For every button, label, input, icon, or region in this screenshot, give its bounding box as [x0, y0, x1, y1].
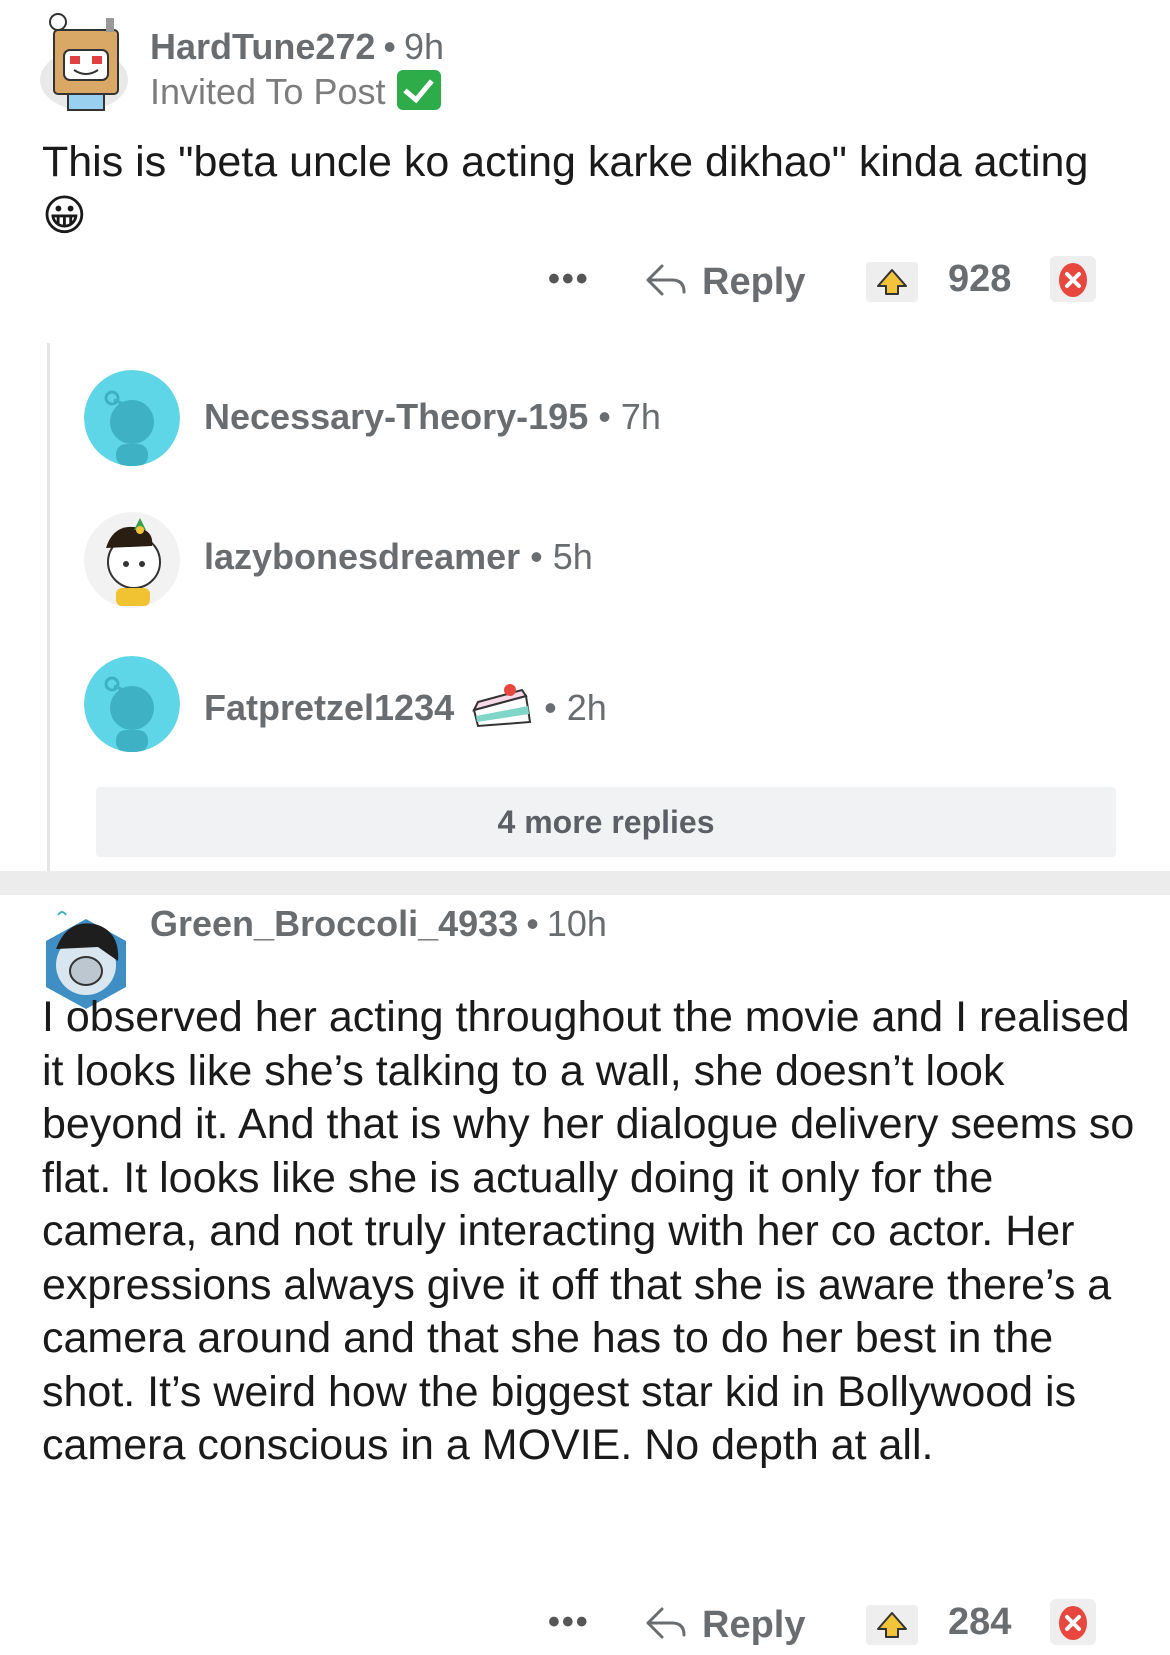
- reply-age: 5h: [552, 536, 593, 577]
- username[interactable]: Fatpretzel1234: [204, 687, 454, 728]
- box-robot-avatar-icon: [40, 13, 128, 111]
- checkmark-icon: [397, 70, 442, 110]
- reply-button[interactable]: Reply: [644, 1601, 805, 1647]
- reply-meta: lazybonesdreamer • 5h: [204, 536, 593, 578]
- reply-age: 7h: [620, 396, 661, 437]
- reply-label: Reply: [702, 1604, 806, 1646]
- reply-arrow-icon: [646, 264, 686, 296]
- comment-meta: Green_Broccoli_4933 • 10h: [150, 903, 607, 945]
- comment-age: 9h: [404, 26, 445, 67]
- comment-body: This is "beta uncle ko acting karke dikh…: [42, 138, 1089, 240]
- collapsed-reply[interactable]: lazybonesdreamer • 5h: [0, 512, 1170, 612]
- collapsed-reply[interactable]: Fatpretzel1234 • 2h: [0, 656, 1170, 756]
- upvote-icon[interactable]: [866, 1605, 918, 1645]
- reply-label: Reply: [702, 261, 806, 303]
- vote-score: 928: [948, 258, 1012, 300]
- comment-body: I observed her acting throughout the mov…: [42, 993, 1135, 1469]
- snoo-avatar-icon: [84, 370, 180, 466]
- reply-avatar[interactable]: [84, 512, 180, 608]
- reply-meta: Fatpretzel1234 • 2h: [204, 680, 607, 730]
- comment-age: 10h: [546, 903, 607, 944]
- vote-score: 284: [948, 1601, 1012, 1643]
- reply-age: 2h: [566, 687, 607, 728]
- reply-avatar[interactable]: [84, 370, 180, 466]
- cake-icon: [472, 684, 532, 728]
- upvote-icon[interactable]: [866, 262, 918, 302]
- reply-arrow-icon: [646, 1607, 686, 1639]
- custom-snoo-avatar-icon: [84, 512, 180, 608]
- username[interactable]: Necessary-Theory-195: [204, 396, 588, 437]
- reply-meta: Necessary-Theory-195 • 7h: [204, 396, 661, 438]
- collapsed-reply[interactable]: Necessary-Theory-195 • 7h: [0, 370, 1170, 470]
- username[interactable]: lazybonesdreamer: [204, 536, 520, 577]
- downvote-icon[interactable]: [1050, 256, 1096, 302]
- reply-button[interactable]: Reply: [644, 258, 805, 304]
- more-replies-button[interactable]: 4 more replies: [96, 787, 1116, 857]
- separator-dot: •: [526, 903, 539, 944]
- user-flair: Invited To Post: [150, 70, 442, 113]
- comment-divider: [0, 871, 1170, 895]
- username[interactable]: HardTune272: [150, 26, 375, 67]
- flair-text: Invited To Post: [150, 71, 386, 112]
- reply-avatar[interactable]: [84, 656, 180, 752]
- separator-dot: •: [383, 26, 397, 67]
- separator-dot: •: [588, 396, 621, 437]
- downvote-icon[interactable]: [1050, 1599, 1096, 1645]
- comment-actions: ••• Reply 928: [0, 252, 1170, 312]
- more-options-button[interactable]: •••: [548, 260, 590, 299]
- comment-actions: ••• Reply 284: [0, 1595, 1170, 1655]
- comment-meta: HardTune272 • 9h: [150, 26, 444, 68]
- user-avatar[interactable]: [36, 10, 132, 114]
- snoo-avatar-icon: [84, 656, 180, 752]
- username[interactable]: Green_Broccoli_4933: [150, 903, 518, 944]
- separator-dot: •: [520, 536, 553, 577]
- more-options-button[interactable]: •••: [548, 1603, 590, 1642]
- separator-dot: •: [534, 687, 567, 728]
